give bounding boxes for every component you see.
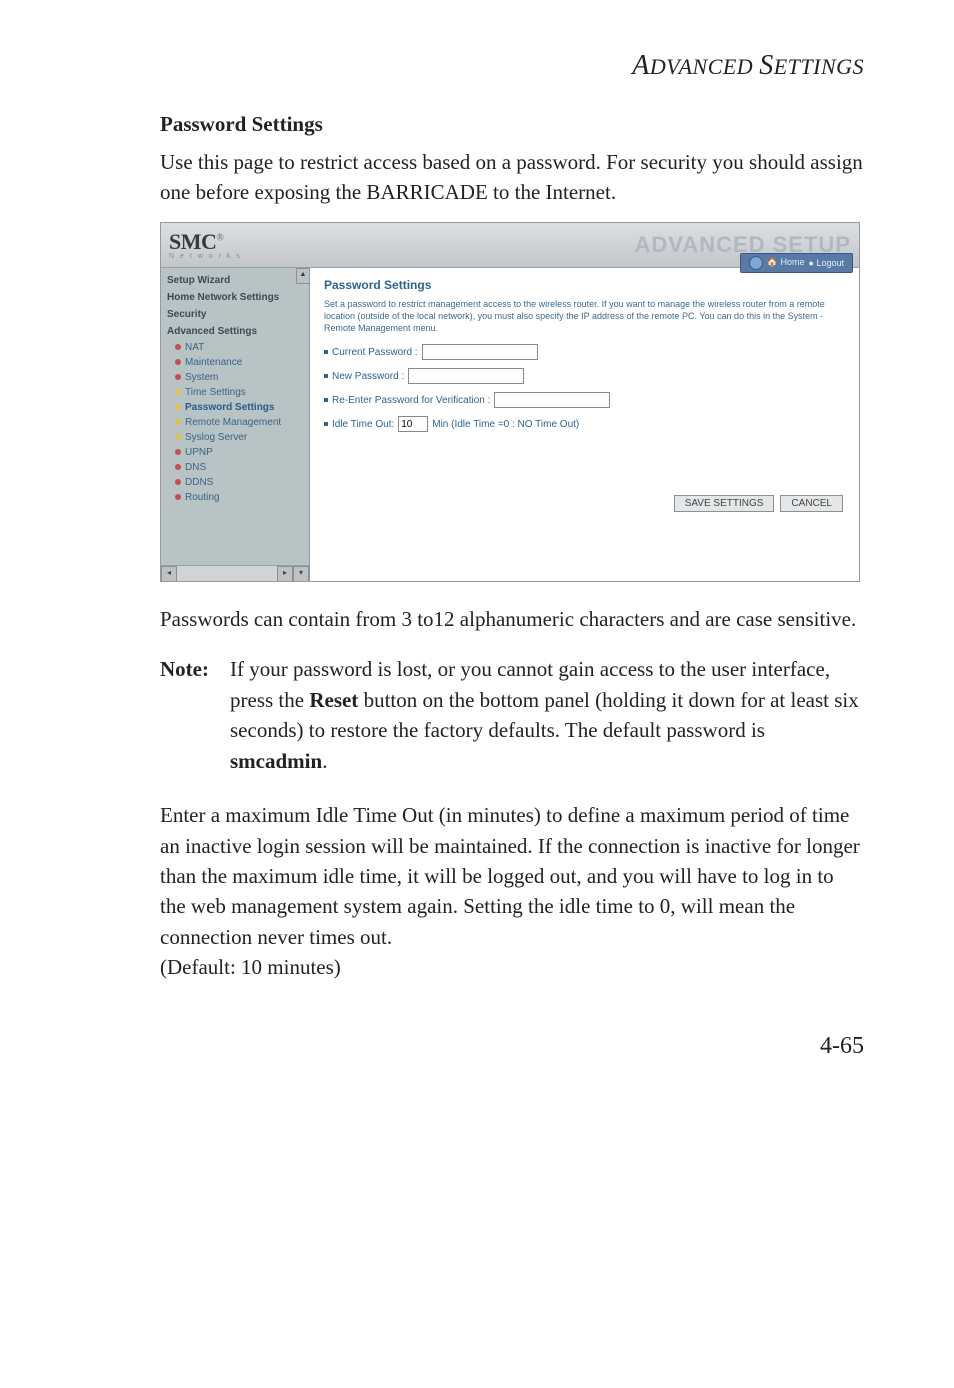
note-label: Note:	[160, 654, 230, 776]
sidebar-item-remote[interactable]: Remote Management	[161, 415, 309, 430]
reenter-password-label: Re-Enter Password for Verification :	[332, 395, 490, 406]
sidebar-security[interactable]: Security	[161, 306, 309, 323]
bullet-icon	[175, 494, 181, 500]
scroll-left-arrow[interactable]: ◂	[161, 566, 177, 582]
logout-link[interactable]: ● Logout	[809, 258, 844, 268]
scroll-down-arrow[interactable]: ▾	[293, 566, 309, 582]
sidebar-item-upnp[interactable]: UPNP	[161, 445, 309, 460]
idle-paragraph: Enter a maximum Idle Time Out (in minute…	[160, 800, 864, 983]
page-number: 4-65	[160, 1033, 864, 1060]
sidebar-hscroll[interactable]: ◂ ▸ ▾	[161, 565, 309, 582]
current-password-input[interactable]	[422, 344, 538, 360]
running-head: ADVANCED SETTINGS	[160, 50, 864, 82]
button-row: SAVE SETTINGS CANCEL	[674, 495, 843, 512]
bullet-icon	[175, 344, 181, 350]
bullet-icon	[175, 464, 181, 470]
running-head-text: DVANCED	[650, 54, 759, 79]
scroll-right-arrow[interactable]: ▸	[277, 566, 293, 582]
sidebar-item-nat[interactable]: NAT	[161, 340, 309, 355]
sidebar: ▲ Setup Wizard Home Network Settings Sec…	[161, 268, 310, 582]
sidebar-item-time[interactable]: Time Settings	[161, 385, 309, 400]
bullet-icon	[175, 404, 181, 410]
after-image-paragraph: Passwords can contain from 3 to12 alphan…	[160, 604, 864, 634]
reset-bold: Reset	[309, 688, 358, 712]
scroll-up-arrow[interactable]: ▲	[296, 268, 310, 284]
bullet-icon	[324, 374, 328, 378]
bullet-icon	[175, 374, 181, 380]
bullet-icon	[175, 449, 181, 455]
reenter-password-input[interactable]	[494, 392, 610, 408]
current-password-label: Current Password :	[332, 347, 418, 358]
new-password-input[interactable]	[408, 368, 524, 384]
idle-label-post: Min (Idle Time =0 : NO Time Out)	[432, 419, 579, 430]
cancel-button[interactable]: CANCEL	[780, 495, 843, 512]
sidebar-item-syslog[interactable]: Syslog Server	[161, 430, 309, 445]
bullet-icon	[324, 422, 328, 426]
sidebar-home-network[interactable]: Home Network Settings	[161, 289, 309, 306]
bullet-icon	[175, 419, 181, 425]
row-idle-timeout: Idle Time Out: Min (Idle Time =0 : NO Ti…	[324, 416, 845, 432]
bullet-icon	[324, 350, 328, 354]
bullet-icon	[175, 434, 181, 440]
sidebar-setup-wizard[interactable]: Setup Wizard	[161, 272, 309, 289]
bullet-icon	[324, 398, 328, 402]
sidebar-item-ddns[interactable]: DDNS	[161, 475, 309, 490]
idle-label-pre: Idle Time Out:	[332, 419, 394, 430]
sidebar-item-dns[interactable]: DNS	[161, 460, 309, 475]
row-reenter-password: Re-Enter Password for Verification :	[324, 392, 845, 408]
sidebar-item-system[interactable]: System	[161, 370, 309, 385]
note-block: Note: If your password is lost, or you c…	[160, 654, 864, 776]
note-text: If your password is lost, or you cannot …	[230, 654, 864, 776]
intro-paragraph: Use this page to restrict access based o…	[160, 147, 864, 208]
router-screenshot: SMC® N e t w o r k s ADVANCED SETUP 🏠 Ho…	[160, 222, 860, 582]
content-heading: Password Settings	[324, 278, 845, 292]
bullet-icon	[175, 389, 181, 395]
content-pane: Password Settings Set a password to rest…	[310, 268, 859, 582]
sidebar-item-password[interactable]: Password Settings	[161, 400, 309, 415]
save-settings-button[interactable]: SAVE SETTINGS	[674, 495, 775, 512]
idle-timeout-input[interactable]	[398, 416, 428, 432]
sidebar-advanced[interactable]: Advanced Settings	[161, 323, 309, 340]
new-password-label: New Password :	[332, 371, 404, 382]
bullet-icon	[175, 479, 181, 485]
section-title: Password Settings	[160, 112, 864, 137]
smc-logo: SMC®	[169, 229, 242, 255]
content-desc: Set a password to restrict management ac…	[324, 298, 845, 334]
bullet-icon	[175, 359, 181, 365]
home-link[interactable]: 🏠 Home	[767, 257, 805, 268]
row-current-password: Current Password :	[324, 344, 845, 360]
smc-logo-block: SMC® N e t w o r k s	[169, 229, 242, 260]
default-pw-bold: smcadmin	[230, 749, 322, 773]
smc-logo-sub: N e t w o r k s	[169, 253, 242, 260]
sidebar-item-routing[interactable]: Routing	[161, 490, 309, 505]
row-new-password: New Password :	[324, 368, 845, 384]
sidebar-item-maintenance[interactable]: Maintenance	[161, 355, 309, 370]
router-body: ▲ Setup Wizard Home Network Settings Sec…	[161, 268, 859, 582]
